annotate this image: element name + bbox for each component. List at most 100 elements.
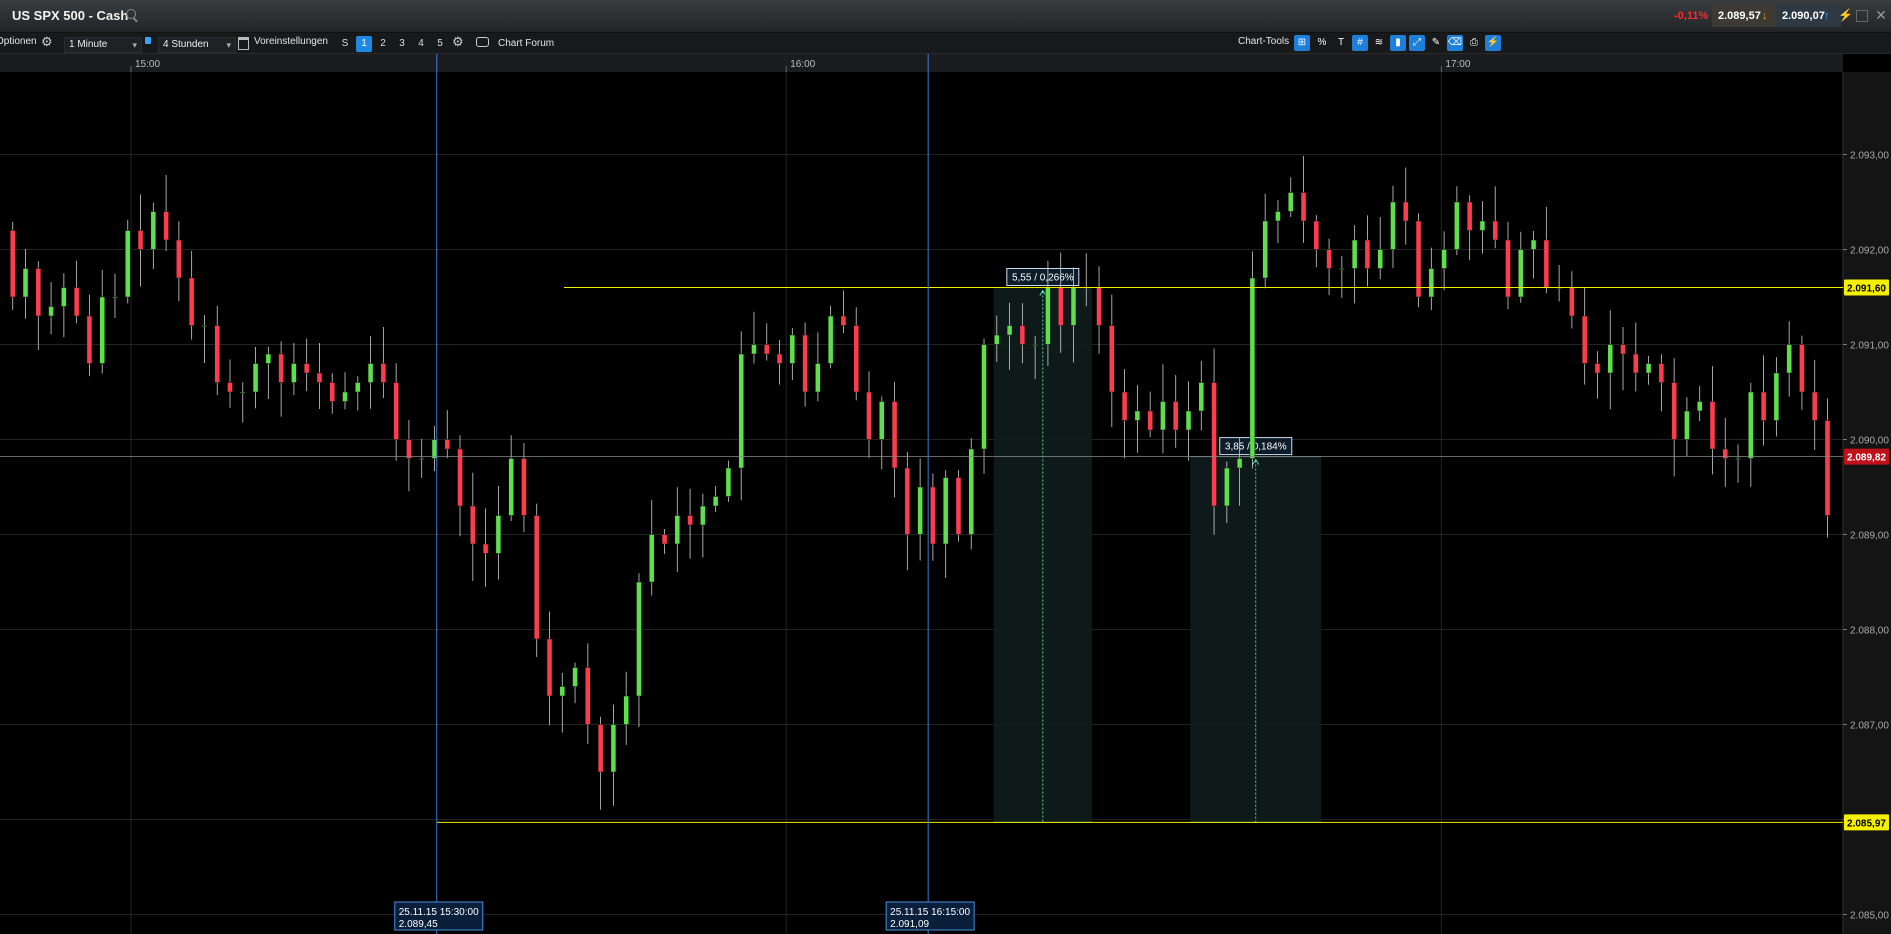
candle-body-down bbox=[317, 373, 322, 383]
candle-body-down bbox=[87, 316, 92, 364]
price-tick-label: 2.093,00 bbox=[1850, 151, 1889, 162]
candle-body-down bbox=[1633, 354, 1638, 373]
candle-body-up bbox=[1033, 345, 1038, 346]
measure-box[interactable] bbox=[1190, 457, 1321, 823]
candle-body-up bbox=[739, 354, 744, 468]
candle-body-up bbox=[1787, 345, 1792, 374]
percent-tool-icon[interactable]: % bbox=[1314, 35, 1330, 51]
candle-body-up bbox=[1646, 364, 1651, 374]
tab-3[interactable]: 3 bbox=[394, 36, 410, 52]
detach-window-icon[interactable] bbox=[1856, 10, 1868, 22]
candle-body-down bbox=[956, 478, 961, 535]
candle-body-up bbox=[815, 364, 820, 393]
vertical-marker-date: 25.11.15 16:15:00 bbox=[890, 907, 970, 918]
candle-body-up bbox=[23, 269, 28, 298]
measure-label: 5,55 / 0,266% bbox=[1012, 273, 1074, 284]
candle-body-down bbox=[1544, 240, 1549, 288]
candle-body-up bbox=[343, 392, 348, 402]
tab-s[interactable]: S bbox=[337, 36, 353, 52]
candle-body-up bbox=[1263, 221, 1268, 278]
candle-body-down bbox=[304, 364, 309, 374]
candle-body-down bbox=[1710, 402, 1715, 450]
presets-menu[interactable]: Voreinstellungen bbox=[254, 36, 328, 47]
tab-5[interactable]: 5 bbox=[432, 36, 448, 52]
vertical-marker-value: 2.089,45 bbox=[399, 919, 438, 930]
print-icon[interactable]: ⎙ bbox=[1466, 35, 1482, 51]
candle-body-up bbox=[202, 326, 207, 327]
candle-body-down bbox=[1314, 221, 1319, 250]
candle-body-down bbox=[534, 516, 539, 640]
candle-body-down bbox=[445, 440, 450, 450]
calendar-icon[interactable] bbox=[238, 37, 249, 50]
candle-body-down bbox=[841, 316, 846, 326]
text-tool-icon[interactable]: T bbox=[1333, 35, 1349, 51]
search-icon[interactable] bbox=[126, 9, 136, 19]
candle-body-down bbox=[279, 354, 284, 383]
candle-body-up bbox=[1518, 250, 1523, 298]
tab-4[interactable]: 4 bbox=[413, 36, 429, 52]
candle-body-down bbox=[1173, 402, 1178, 431]
ask-price[interactable]: 2.090,07 bbox=[1776, 5, 1841, 27]
candle-body-up bbox=[1045, 288, 1050, 345]
range-select[interactable]: 4 Stunden bbox=[158, 37, 236, 53]
candle-body-down bbox=[777, 354, 782, 364]
candle-body-down bbox=[688, 516, 693, 526]
candle-body-down bbox=[1672, 383, 1677, 440]
tab-2[interactable]: 2 bbox=[375, 36, 391, 52]
chart-tools-label: Chart-Tools bbox=[1238, 36, 1289, 47]
level-price-label: 2.085,97 bbox=[1847, 818, 1886, 829]
chart-forum-link[interactable]: Chart Forum bbox=[498, 38, 554, 49]
candle-body-up bbox=[879, 402, 884, 440]
candle-body-down bbox=[1493, 221, 1498, 240]
settings-gear-icon[interactable]: ⚙ bbox=[41, 34, 53, 50]
crosshair-tool-icon[interactable]: ⊞ bbox=[1294, 35, 1310, 51]
indicator-tool-icon[interactable]: ⚡ bbox=[1485, 35, 1501, 51]
close-icon[interactable]: ✕ bbox=[1874, 8, 1888, 22]
candle-body-up bbox=[1684, 411, 1689, 440]
candle-body-up bbox=[1007, 326, 1012, 336]
candle-body-down bbox=[1582, 316, 1587, 364]
price-chart[interactable]: 15:0016:0017:0018:002.093,002.092,002.09… bbox=[0, 54, 1891, 934]
candle-body-down bbox=[585, 668, 590, 725]
candle-body-down bbox=[1467, 202, 1472, 231]
candle-body-down bbox=[36, 269, 41, 317]
lightning-icon[interactable]: ⚡ bbox=[1838, 8, 1852, 22]
candle-body-down bbox=[662, 535, 667, 545]
candle-body-down bbox=[1097, 288, 1102, 326]
candle-body-down bbox=[394, 383, 399, 440]
candle-body-up bbox=[49, 307, 54, 317]
candle-body-down bbox=[1506, 240, 1511, 297]
drawing-tool-icon[interactable]: ✎ bbox=[1428, 35, 1444, 51]
change-percent: -0,11% bbox=[1668, 5, 1714, 27]
price-tick-label: 2.089,00 bbox=[1850, 531, 1889, 542]
scale-tool-icon[interactable]: ⤢ bbox=[1409, 35, 1425, 51]
candle-body-down bbox=[483, 544, 488, 554]
candle-body-down bbox=[1365, 240, 1370, 269]
candle-tool-icon[interactable]: ▮ bbox=[1390, 35, 1406, 51]
time-axis-band bbox=[0, 54, 1843, 72]
fibonacci-tool-icon[interactable]: ≋ bbox=[1371, 35, 1387, 51]
candle-body-up bbox=[1186, 411, 1191, 430]
tab-1[interactable]: 1 bbox=[356, 36, 372, 52]
candle-body-up bbox=[700, 506, 705, 525]
options-menu[interactable]: Optionen bbox=[0, 36, 37, 47]
candle-body-up bbox=[675, 516, 680, 545]
measure-label: 3,85 / 0,184% bbox=[1225, 442, 1287, 453]
interval-select[interactable]: 1 Minute bbox=[64, 37, 142, 53]
vertical-marker-date: 25.11.15 15:30:00 bbox=[399, 907, 479, 918]
eraser-tool-icon[interactable]: ⌫ bbox=[1447, 35, 1463, 51]
lock-icon[interactable] bbox=[145, 37, 151, 44]
candle-body-up bbox=[355, 383, 360, 393]
grid-tool-icon[interactable]: # bbox=[1352, 35, 1368, 51]
forum-chat-icon[interactable] bbox=[476, 37, 489, 47]
candle-body-up bbox=[100, 297, 105, 364]
tab-settings-gear-icon[interactable]: ⚙ bbox=[452, 34, 464, 50]
candle-body-down bbox=[1659, 364, 1664, 383]
level-price-label: 2.091,60 bbox=[1847, 284, 1886, 295]
candle-body-up bbox=[266, 354, 271, 364]
candle-body-down bbox=[381, 364, 386, 383]
price-tick-label: 2.085,00 bbox=[1850, 911, 1889, 922]
candle-body-down bbox=[215, 326, 220, 383]
candle-body-down bbox=[1058, 288, 1063, 326]
price-tick-label: 2.090,00 bbox=[1850, 436, 1889, 447]
